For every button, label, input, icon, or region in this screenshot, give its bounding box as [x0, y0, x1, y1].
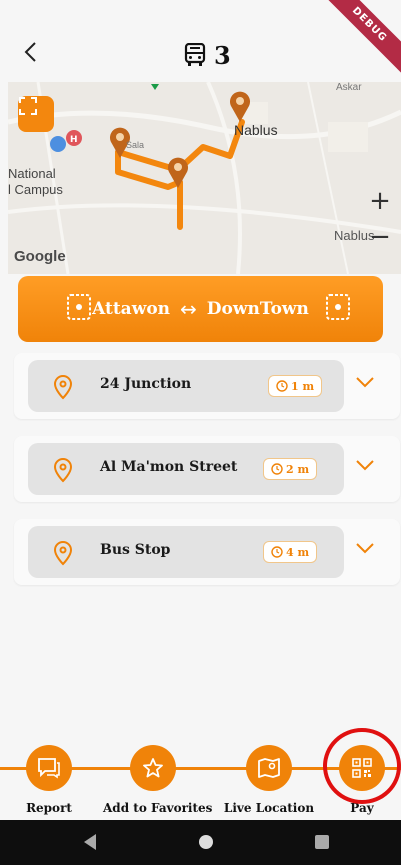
map-canvas: H [8, 82, 401, 274]
zoom-out-button[interactable]: − [360, 222, 400, 254]
chevron-down-icon[interactable] [354, 457, 376, 473]
map-label-campus: l Campus [8, 182, 63, 197]
bus-icon [184, 43, 206, 66]
chevron-down-icon[interactable] [354, 540, 376, 556]
fullscreen-icon [19, 97, 37, 115]
route-icon [326, 294, 350, 320]
google-logo: Google [14, 248, 66, 265]
system-home-icon[interactable] [199, 835, 213, 849]
fullscreen-button[interactable] [18, 96, 54, 132]
route-banner: Attawon ↔ DownTown [18, 276, 383, 342]
location-pin-icon [53, 457, 73, 483]
app-header: 3 DEBUG [0, 0, 401, 82]
map-label-sala: Sala [126, 140, 145, 150]
map-label-askar: Askar [336, 82, 362, 93]
favorites-icon-circle [130, 745, 176, 791]
report-icon [38, 758, 60, 779]
star-icon [143, 758, 163, 778]
stop-card: Al Ma'mon Street 2 m [28, 443, 344, 495]
eta-text: 1 m [291, 379, 315, 393]
map-label-nablus: Nablus [234, 122, 278, 138]
favorites-label: Add to Favorites [103, 801, 213, 815]
route-arrow: ↔ [180, 297, 197, 321]
stop-item[interactable]: Bus Stop 4 m [14, 519, 400, 585]
eta-text: 2 m [286, 462, 310, 476]
add-to-favorites-button[interactable]: Add to Favorites [103, 728, 213, 815]
system-recents-icon[interactable] [315, 835, 329, 849]
clock-icon [271, 546, 283, 558]
map-icon [258, 758, 280, 778]
chevron-left-icon [24, 42, 36, 62]
clock-icon [271, 463, 283, 475]
stop-item[interactable]: Al Ma'mon Street 2 m [14, 436, 400, 502]
bottom-action-bar: Report Add to Favorites Live Location Pa… [0, 728, 401, 820]
route-number: 3 [214, 40, 231, 70]
route-map[interactable]: H Nablus Askar Sala National l Campus Na… [8, 82, 401, 274]
route-origin: Attawon [92, 299, 171, 319]
report-icon-circle [26, 745, 72, 791]
stop-item[interactable]: 24 Junction 1 m [14, 353, 400, 419]
svg-text:H: H [70, 135, 78, 145]
location-pin-icon [53, 374, 73, 400]
system-back-icon[interactable] [84, 834, 96, 850]
system-nav-bar [0, 820, 401, 865]
route-icon [67, 294, 91, 320]
eta-badge: 4 m [263, 541, 318, 563]
report-button[interactable]: Report [0, 728, 99, 815]
clock-icon [276, 380, 288, 392]
pay-highlight-ring [323, 728, 401, 804]
map-label-national: National [8, 166, 56, 181]
stop-card: 24 Junction 1 m [28, 360, 344, 412]
live-location-icon-circle [246, 745, 292, 791]
live-location-label: Live Location [223, 801, 315, 815]
live-location-button[interactable]: Live Location [219, 728, 319, 815]
page-title: 3 [184, 40, 231, 70]
report-label: Report [26, 801, 72, 815]
zoom-in-button[interactable]: + [360, 186, 400, 218]
route-destination: DownTown [206, 299, 309, 319]
stop-card: Bus Stop 4 m [28, 526, 344, 578]
stop-name: 24 Junction [100, 376, 192, 392]
eta-text: 4 m [286, 545, 310, 559]
eta-badge: 1 m [268, 375, 323, 397]
debug-banner: DEBUG [318, 0, 401, 76]
stop-name: Bus Stop [100, 542, 171, 558]
chevron-down-icon[interactable] [354, 374, 376, 390]
stop-name: Al Ma'mon Street [100, 459, 238, 475]
location-pin-icon [53, 540, 73, 566]
back-button[interactable] [22, 40, 46, 68]
eta-badge: 2 m [263, 458, 318, 480]
